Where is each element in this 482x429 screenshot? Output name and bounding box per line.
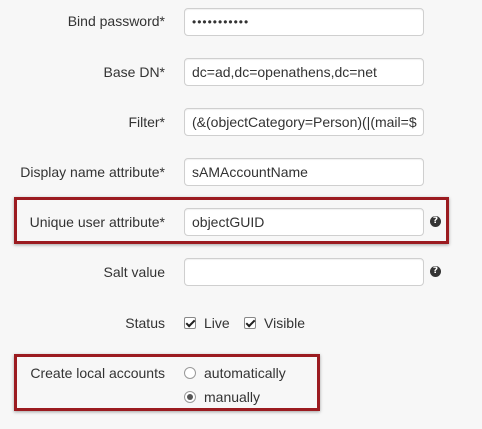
question-circle-icon[interactable]: ? <box>430 266 441 277</box>
base-dn-label: Base DN* <box>103 64 165 80</box>
unique-user-attribute-label: Unique user attribute* <box>29 214 165 230</box>
status-visible-label: Visible <box>264 315 305 331</box>
bind-password-input[interactable]: ••••••••••• <box>184 8 424 36</box>
create-local-accounts-label: Create local accounts <box>30 365 165 381</box>
display-name-attribute-input[interactable]: sAMAccountName <box>184 158 424 186</box>
create-local-automatically-radio[interactable] <box>184 367 196 379</box>
status-visible-checkbox[interactable] <box>244 317 256 329</box>
base-dn-input[interactable]: dc=ad,dc=openathens,dc=net <box>184 58 424 86</box>
status-live-label: Live <box>204 315 230 331</box>
question-circle-icon[interactable]: ? <box>430 216 441 227</box>
salt-value-label: Salt value <box>103 264 165 280</box>
create-local-manually-label: manually <box>204 389 261 405</box>
bind-password-label: Bind password* <box>67 13 165 29</box>
salt-value-input[interactable] <box>184 258 424 286</box>
filter-input[interactable]: (&(objectCategory=Person)(|(mail=$ <box>184 108 424 136</box>
status-live-checkbox[interactable] <box>184 317 196 329</box>
create-local-automatically-label: automatically <box>204 365 286 381</box>
unique-user-attribute-input[interactable]: objectGUID <box>184 208 424 236</box>
filter-label: Filter* <box>128 114 165 130</box>
display-name-attribute-label: Display name attribute* <box>20 164 165 180</box>
create-local-manually-radio[interactable] <box>184 391 196 403</box>
status-label: Status <box>125 315 165 331</box>
create-local-highlight-box <box>14 354 320 411</box>
